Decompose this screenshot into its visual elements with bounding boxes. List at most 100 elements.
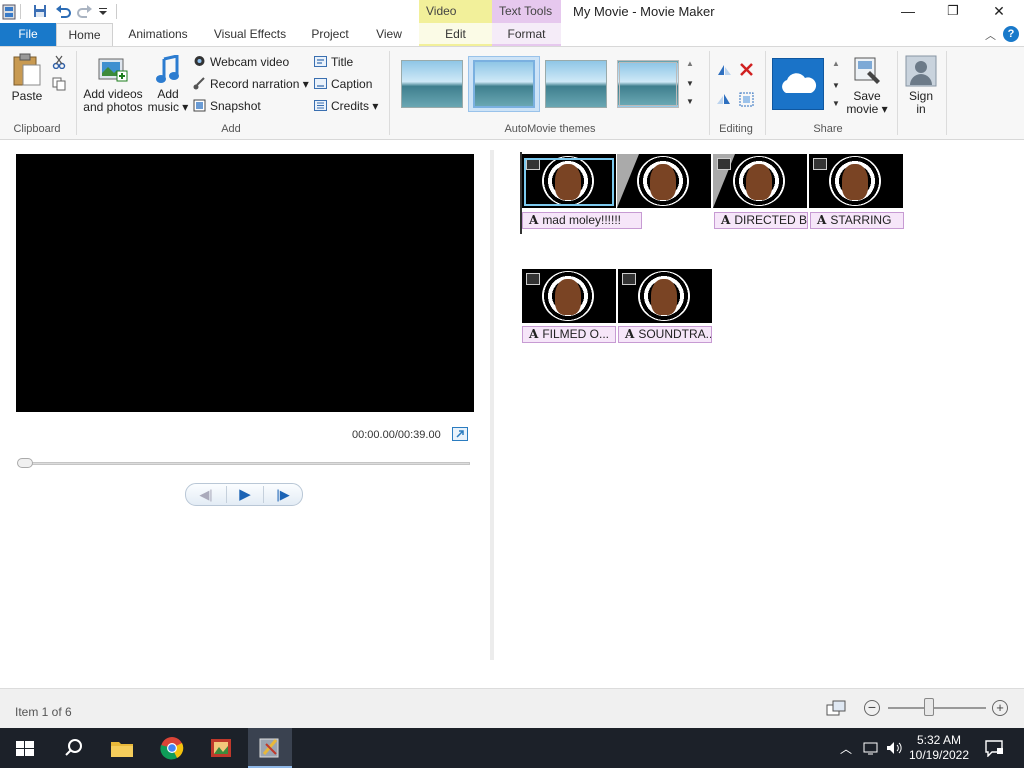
storyboard-clip-5[interactable] xyxy=(522,269,616,323)
zoom-in-icon[interactable]: + xyxy=(992,700,1008,716)
windows-start-icon[interactable] xyxy=(12,734,40,762)
paste-button[interactable]: Paste xyxy=(8,53,46,103)
cut-icon[interactable] xyxy=(52,55,66,72)
mole-thumbnail xyxy=(542,271,594,321)
undo-icon[interactable] xyxy=(55,4,71,20)
caption-strip-label: STARRING xyxy=(830,213,892,227)
taskbar-clock[interactable]: 5:32 AM 10/19/2022 xyxy=(908,733,970,763)
caption-strip-3[interactable]: A STARRING xyxy=(810,212,904,229)
customize-qat-icon[interactable] xyxy=(98,4,114,20)
qat-separator xyxy=(116,4,117,19)
tab-view[interactable]: View xyxy=(365,23,413,46)
snapshot-button[interactable]: Snapshot xyxy=(193,97,261,115)
record-narration-button[interactable]: Record narration ▾ xyxy=(193,75,309,93)
save-icon[interactable] xyxy=(33,4,49,20)
clipboard-icon xyxy=(13,53,41,86)
movie-maker-taskbar-button[interactable] xyxy=(248,728,292,768)
tab-project[interactable]: Project xyxy=(302,23,358,46)
onedrive-share-button[interactable] xyxy=(772,58,824,110)
snapshot-icon xyxy=(193,99,206,112)
movie-maker-app-icon[interactable] xyxy=(2,4,18,20)
add-music-button[interactable]: Add music ▾ xyxy=(146,54,190,114)
automovie-theme-cinematic[interactable] xyxy=(545,60,607,108)
play-button[interactable]: ▶ xyxy=(227,484,263,505)
thumbnail-size-icon[interactable] xyxy=(826,700,846,719)
zoom-out-icon[interactable]: − xyxy=(864,700,880,716)
user-avatar-icon xyxy=(905,55,937,87)
pane-splitter[interactable] xyxy=(490,150,494,660)
fullscreen-preview-button[interactable] xyxy=(452,427,468,441)
save-movie-icon xyxy=(854,57,880,84)
collapse-ribbon-icon[interactable]: ︿ xyxy=(985,27,996,43)
tab-format[interactable]: Format xyxy=(492,23,561,46)
file-explorer-icon[interactable] xyxy=(108,734,136,762)
volume-icon[interactable] xyxy=(885,740,903,759)
share-scroll-down-icon[interactable]: ▼ xyxy=(832,81,840,90)
playback-time-display: 00:00.00/00:39.00 xyxy=(352,429,441,441)
automovie-theme-fade[interactable] xyxy=(617,60,679,108)
minimize-button[interactable]: — xyxy=(885,0,931,23)
redo-icon[interactable] xyxy=(77,4,93,20)
themes-scroll-up-icon[interactable]: ▲ xyxy=(686,59,694,68)
automovie-theme-default[interactable] xyxy=(401,60,463,108)
next-frame-button[interactable]: |▶ xyxy=(264,484,302,505)
storyboard-clip-3[interactable] xyxy=(713,154,807,208)
add-videos-and-photos-button[interactable]: Add videos and photos xyxy=(82,55,144,114)
storyboard-clip-6[interactable] xyxy=(618,269,712,323)
storyboard-clip-2[interactable] xyxy=(617,154,711,208)
title-icon xyxy=(314,55,327,68)
caption-icon xyxy=(314,77,327,90)
caption-text-icon: A xyxy=(625,327,635,341)
help-icon[interactable]: ? xyxy=(1003,26,1019,42)
caption-button[interactable]: Caption xyxy=(314,75,372,93)
automovie-theme-contemporary-selected[interactable] xyxy=(468,56,540,112)
copy-icon[interactable] xyxy=(52,77,66,94)
save-movie-button[interactable]: Save movie ▾ xyxy=(846,55,888,116)
rotate-right-icon[interactable] xyxy=(716,92,732,109)
credits-label: Credits ▾ xyxy=(331,99,379,113)
caption-strip-2[interactable]: A DIRECTED BY xyxy=(714,212,808,229)
share-scroll-up-icon[interactable]: ▲ xyxy=(832,59,840,68)
group-separator xyxy=(897,51,898,135)
seek-bar-track[interactable] xyxy=(18,462,470,465)
caption-strip-1[interactable]: Amad moley!!!!!! xyxy=(522,212,642,229)
previous-frame-button[interactable]: ◀| xyxy=(188,484,224,505)
zoom-slider-track[interactable] xyxy=(888,707,986,709)
search-icon[interactable] xyxy=(60,734,88,762)
webcam-icon xyxy=(193,55,206,68)
tab-animations[interactable]: Animations xyxy=(118,23,198,46)
caption-strip-5[interactable]: A SOUNDTRA... xyxy=(618,326,712,343)
zoom-slider-thumb[interactable] xyxy=(924,698,934,716)
themes-scroll-down-icon[interactable]: ▼ xyxy=(686,79,694,88)
network-icon[interactable] xyxy=(862,740,880,759)
title-button[interactable]: Title xyxy=(314,53,353,71)
seek-bar-thumb[interactable] xyxy=(17,458,33,468)
themes-more-icon[interactable]: ▼ xyxy=(686,97,694,106)
automovie-themes-group-label: AutoMovie themes xyxy=(504,123,596,135)
add-music-label-line2: music ▾ xyxy=(147,100,189,114)
action-center-icon[interactable] xyxy=(984,739,1004,760)
text-tools-context-label: Text Tools xyxy=(492,0,561,23)
selected-clip-highlight xyxy=(524,158,614,206)
webcam-video-button[interactable]: Webcam video xyxy=(193,53,289,71)
chrome-icon[interactable] xyxy=(158,734,186,762)
caption-strip-4[interactable]: A FILMED O... xyxy=(522,326,616,343)
storyboard-clip-4[interactable] xyxy=(809,154,903,208)
tab-edit[interactable]: Edit xyxy=(419,23,492,46)
tab-visual-effects[interactable]: Visual Effects xyxy=(205,23,295,46)
automovie-theme-thumbnail xyxy=(473,60,535,108)
credits-button[interactable]: Credits ▾ xyxy=(314,97,378,115)
remove-icon[interactable] xyxy=(739,62,754,80)
photo-app-icon[interactable] xyxy=(207,734,235,762)
close-button[interactable]: ✕ xyxy=(976,0,1022,23)
tab-file[interactable]: File xyxy=(0,23,56,46)
video-preview-monitor[interactable] xyxy=(16,154,474,412)
qat-separator xyxy=(20,4,21,19)
select-all-icon[interactable] xyxy=(739,92,754,110)
share-more-icon[interactable]: ▼ xyxy=(832,99,840,108)
tab-home[interactable]: Home xyxy=(56,23,113,47)
rotate-left-icon[interactable] xyxy=(716,63,732,80)
sign-in-button[interactable]: Sign in xyxy=(902,55,940,116)
show-hidden-icons-icon[interactable]: ︿ xyxy=(840,740,852,757)
maximize-button[interactable]: ❐ xyxy=(930,0,976,23)
